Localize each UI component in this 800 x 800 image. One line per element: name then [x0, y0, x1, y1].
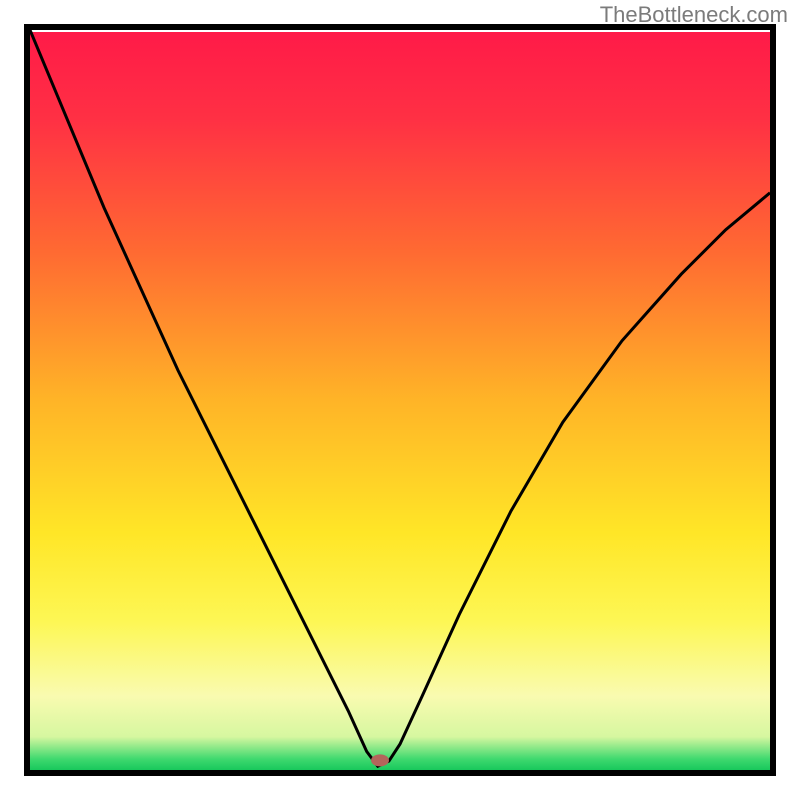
chart-svg [0, 0, 800, 800]
attribution-text: TheBottleneck.com [600, 2, 788, 28]
optimal-point-marker [371, 754, 389, 766]
chart-stage: TheBottleneck.com [0, 0, 800, 800]
plot-background [30, 30, 770, 770]
plot-top-strip [30, 30, 770, 32]
